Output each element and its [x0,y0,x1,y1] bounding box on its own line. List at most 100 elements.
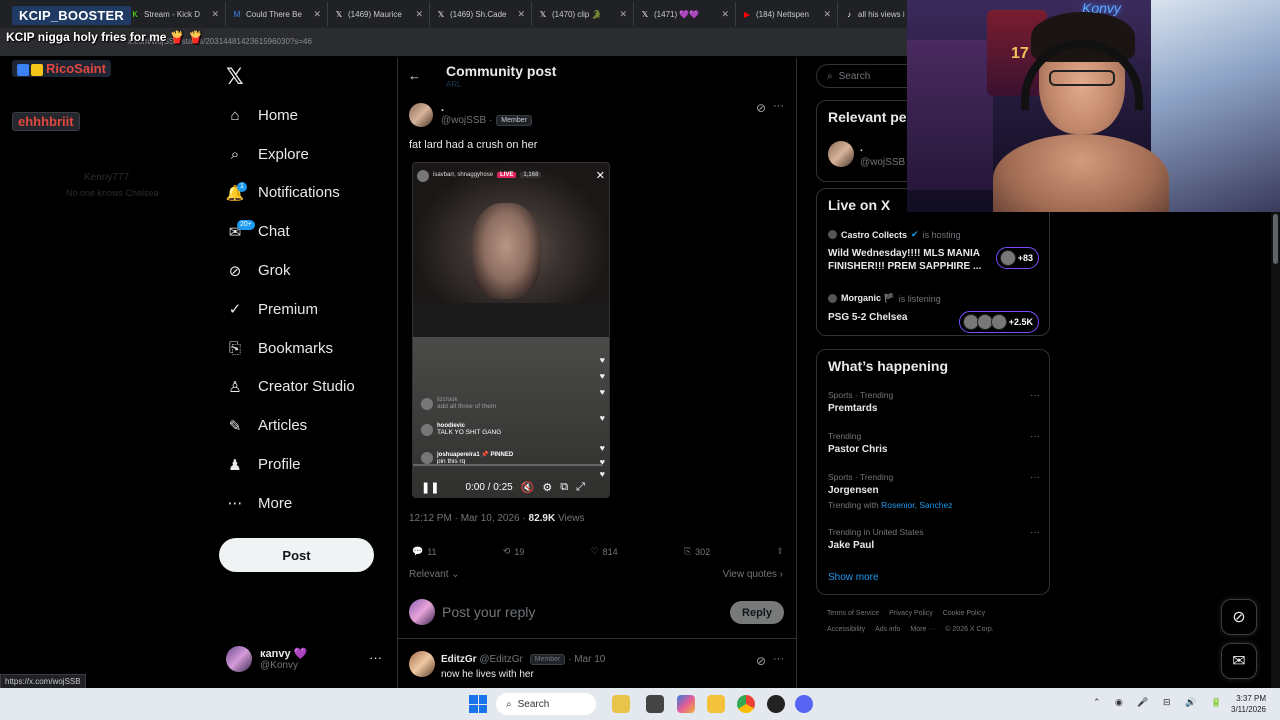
scrollbar[interactable] [1271,212,1280,688]
trend-item[interactable]: Sports · Trending Premtards ··· [828,390,1040,414]
post-author-name[interactable]: . [441,102,444,114]
bookmark-action[interactable]: ⎘ 302 [684,546,710,557]
avatar[interactable] [409,651,435,677]
fullscreen-icon[interactable]: ⤢ [576,481,585,494]
close-icon[interactable]: ✕ [619,9,627,20]
browser-tab[interactable]: 𝕏 (1469) Maurice ✕ [328,2,430,26]
sidebar-item-more[interactable]: ⋯ More [218,484,355,523]
more-icon[interactable]: ··· [773,653,784,665]
sort-dropdown[interactable]: Relevant ⌄ [409,569,460,580]
sidebar-item-chat[interactable]: ✉ 20+ Chat [218,212,355,251]
copilot-icon[interactable] [677,695,695,713]
sidebar-item-profile[interactable]: ♟ Profile [218,445,355,484]
browser-tab[interactable]: 𝕏 (1471) 💜💜 ✕ [634,2,736,26]
taskbar-search[interactable]: ⌕ Search [496,693,596,715]
more-icon[interactable]: ··· [1030,431,1040,442]
close-icon[interactable]: ✕ [415,9,423,20]
reply-author[interactable]: EditzGr @EditzGr Member · Mar 10 [441,654,605,665]
close-icon[interactable]: ✕ [313,9,321,20]
footer-link[interactable]: © 2026 X Corp. [945,626,993,633]
chrome-icon[interactable] [737,695,755,713]
show-more-link[interactable]: Show more [828,572,879,583]
sidebar-item-grok[interactable]: ⊘ Grok [218,251,355,290]
sidebar-item-premium[interactable]: ✓ Premium [218,290,355,329]
live-host[interactable]: Castro Collects ✔ is hosting [828,229,961,240]
scroll-thumb[interactable] [1273,214,1278,264]
settings-icon[interactable]: ⚙ [542,481,552,494]
file-explorer-icon[interactable] [707,695,725,713]
taskbar-clock[interactable]: 3:37 PM 3/11/2026 [1231,693,1266,715]
more-icon[interactable]: ··· [773,100,784,112]
trend-item[interactable]: Sports · Trending Jorgensen ··· Trending wi… [828,472,1040,510]
close-icon[interactable]: ✕ [211,9,219,20]
x-logo-icon[interactable]: 𝕏 [226,64,244,90]
browser-tab[interactable]: M Could There Be ✕ [226,2,328,26]
streamer-body [993,134,1169,212]
stream-chat-message: KCIP nigga holy fries for me 🍟 🍟 [6,30,203,44]
back-arrow-icon[interactable]: ← [408,68,421,83]
live-listeners-pill[interactable]: +83 [995,247,1039,269]
footer-link[interactable]: Ads info [875,626,900,633]
sidebar-item-notifications[interactable]: 🔔 1 Notifications [218,174,355,213]
footer-link[interactable]: Terms of Service [827,610,879,617]
task-view-icon[interactable] [646,695,664,713]
more-icon[interactable]: ··· [1030,527,1040,538]
relevant-person-name[interactable]: . [860,143,863,154]
close-icon[interactable]: ✕ [721,9,729,20]
avatar[interactable] [409,103,433,127]
reply-action[interactable]: 💬 11 [412,546,437,557]
pinned-app-icon[interactable] [612,695,630,713]
glasses-icon [1049,70,1115,86]
grok-icon[interactable]: ⊘ [756,101,766,115]
more-icon[interactable]: ··· [1030,472,1040,483]
grok-chat-button[interactable]: ⊘ [1221,599,1257,635]
browser-tab[interactable]: 𝕏 (1469) Sh.Cade ✕ [430,2,532,26]
browser-tab[interactable]: 𝕏 (1470) clip 🐊 ✕ [532,2,634,26]
post-timestamp[interactable]: 12:12 PM · Mar 10, 2026 · [409,513,526,524]
sidebar-item-bookmarks[interactable]: ⎘ Bookmarks [218,329,355,368]
grok-icon[interactable]: ⊘ [756,654,766,668]
system-tray-icons[interactable]: ⌃ ◉ 🎤 ⊟ 🔊 🔋 [1093,697,1228,708]
footer-link[interactable]: Privacy Policy [889,610,933,617]
footer-link[interactable]: Cookie Policy [943,610,985,617]
post-author-handle[interactable]: @wojSSB · Member [441,115,532,126]
video-progress-bar[interactable] [413,464,603,466]
post-button[interactable]: Post [219,538,374,572]
sidebar-item-articles[interactable]: ✎ Articles [218,406,355,445]
discord-icon[interactable] [795,695,813,713]
sidebar-item-label: Profile [258,456,301,474]
browser-tab[interactable]: K Stream - Kick D ✕ [124,2,226,26]
live-title[interactable]: Wild Wednesday!!!! MLS MANIA FINISHER!!!… [828,247,988,273]
like-action[interactable]: ♡ 814 [591,546,618,557]
windows-start-icon[interactable] [469,695,487,713]
trend-item[interactable]: Trending in United States Jake Paul ··· [828,527,1040,551]
share-action[interactable]: ⇪ [776,546,784,557]
pip-icon[interactable]: ⧉ [560,481,568,494]
more-icon[interactable]: ··· [1030,390,1040,401]
footer-link[interactable]: Accessibility [827,626,865,633]
view-quotes-link[interactable]: View quotes › [723,569,783,580]
sidebar-item-home[interactable]: ⌂ Home [218,96,355,135]
live-host[interactable]: Morganic 🏴 is listening [828,293,941,304]
messages-button[interactable]: ✉ [1221,643,1257,679]
browser-tab[interactable]: ▶ (184) Nettspen ✕ [736,2,838,26]
trend-item[interactable]: Trending Pastor Chris ··· [828,431,1040,455]
trend-with-links[interactable]: Rosenior, Sanchez [881,500,952,510]
reply-button[interactable]: Reply [730,601,784,624]
sidebar-item-explore[interactable]: ⌕ Explore [218,135,355,174]
live-listeners-pill[interactable]: +2.5K [958,311,1039,333]
embedded-video[interactable]: isavbarr, shnaggyhose LIVE 1,168 ✕ lizcr… [412,162,610,498]
reply-input[interactable] [442,603,702,621]
more-icon[interactable]: ··· [369,650,382,665]
sidebar-item-creator-studio[interactable]: ♙ Creator Studio [218,368,354,407]
footer-link[interactable]: More ··· [910,626,935,633]
repost-action[interactable]: ⟲ 19 [503,546,525,557]
close-icon[interactable]: ✕ [517,9,525,20]
mute-icon[interactable]: 🔇 [521,481,535,494]
close-icon[interactable]: ✕ [823,9,831,20]
clock-date: 3/11/2026 [1231,705,1266,714]
account-switcher[interactable]: кanvy 💜 @Konvy ··· [226,644,386,674]
avatar[interactable] [828,141,854,167]
app-icon[interactable] [767,695,785,713]
pause-icon[interactable]: ❚❚ [421,481,439,494]
